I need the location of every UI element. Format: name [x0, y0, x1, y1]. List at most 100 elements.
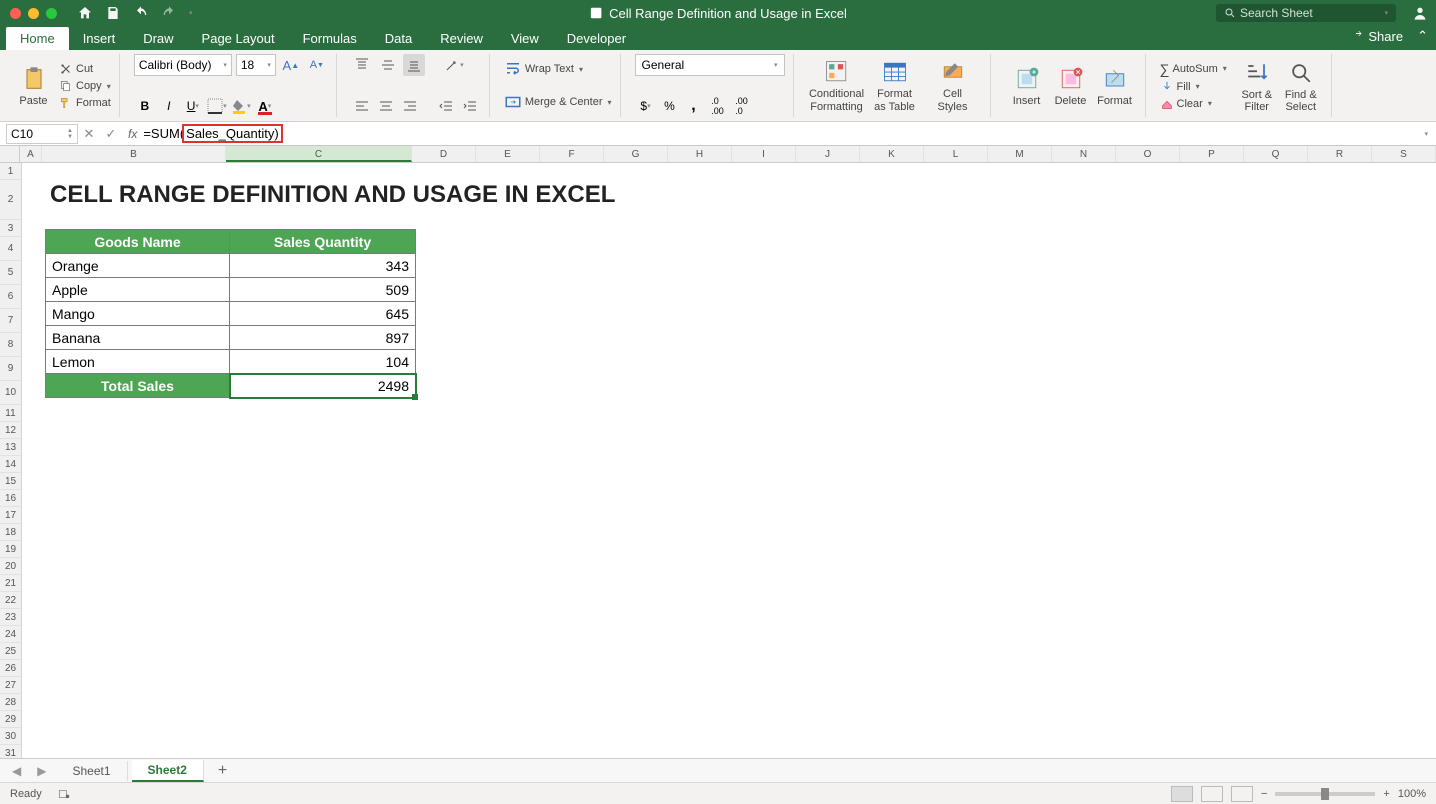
row-header-30[interactable]: 30	[0, 728, 21, 745]
row-header-23[interactable]: 23	[0, 609, 21, 626]
find-select-button[interactable]: Find & Select	[1279, 54, 1323, 118]
row-header-3[interactable]: 3	[0, 220, 21, 237]
cell-c6[interactable]: 509	[230, 278, 416, 302]
row-header-12[interactable]: 12	[0, 422, 21, 439]
cut-button[interactable]: Cut	[59, 62, 111, 76]
align-top-button[interactable]	[351, 54, 373, 76]
column-header-k[interactable]: K	[860, 146, 924, 162]
fill-color-button[interactable]: ▾	[230, 95, 252, 117]
cell-b7[interactable]: Mango	[46, 302, 230, 326]
name-box[interactable]: C10 ▲▼	[6, 124, 78, 144]
format-as-table-button[interactable]: Format as Table	[866, 54, 924, 118]
row-header-7[interactable]: 7	[0, 309, 21, 333]
close-window-button[interactable]	[10, 8, 21, 19]
cell-c9[interactable]: 104	[230, 350, 416, 374]
enter-formula-button[interactable]: ✓	[100, 126, 122, 142]
cells-area[interactable]: CELL RANGE DEFINITION AND USAGE IN EXCEL…	[22, 163, 1436, 758]
row-header-22[interactable]: 22	[0, 592, 21, 609]
font-name-select[interactable]: Calibri (Body)▾	[134, 54, 232, 76]
increase-decimal-button[interactable]: .0.00	[707, 95, 729, 117]
zoom-in-button[interactable]: +	[1383, 788, 1389, 800]
row-header-10[interactable]: 10	[0, 381, 21, 405]
autosum-button[interactable]: ∑AutoSum▾	[1160, 61, 1227, 77]
row-header-16[interactable]: 16	[0, 490, 21, 507]
format-cells-button[interactable]: Format	[1093, 54, 1137, 118]
row-header-21[interactable]: 21	[0, 575, 21, 592]
add-sheet-button[interactable]: +	[208, 762, 237, 780]
cell-b5[interactable]: Orange	[46, 254, 230, 278]
wrap-text-button[interactable]: Wrap Text▾	[504, 54, 612, 84]
column-header-p[interactable]: P	[1180, 146, 1244, 162]
column-header-e[interactable]: E	[476, 146, 540, 162]
column-header-g[interactable]: G	[604, 146, 668, 162]
row-header-8[interactable]: 8	[0, 333, 21, 357]
row-header-4[interactable]: 4	[0, 237, 21, 261]
cell-b10[interactable]: Total Sales	[46, 374, 230, 398]
tab-page-layout[interactable]: Page Layout	[188, 27, 289, 50]
spreadsheet-grid[interactable]: 1234567891011121314151617181920212223242…	[0, 163, 1436, 758]
sheet-tab-sheet2[interactable]: Sheet2	[132, 760, 204, 782]
tab-data[interactable]: Data	[371, 27, 426, 50]
column-header-s[interactable]: S	[1372, 146, 1436, 162]
qat-dropdown-icon[interactable]: ▾	[189, 9, 193, 17]
sort-filter-button[interactable]: Sort & Filter	[1235, 54, 1279, 118]
cell-c7[interactable]: 645	[230, 302, 416, 326]
row-header-1[interactable]: 1	[0, 163, 21, 180]
minimize-window-button[interactable]	[28, 8, 39, 19]
tab-insert[interactable]: Insert	[69, 27, 130, 50]
column-header-b[interactable]: B	[42, 146, 226, 162]
clear-button[interactable]: Clear▾	[1160, 97, 1227, 111]
row-header-20[interactable]: 20	[0, 558, 21, 575]
number-format-select[interactable]: General▾	[635, 54, 785, 76]
search-sheet-input[interactable]: Search Sheet ▾	[1216, 4, 1396, 22]
row-header-6[interactable]: 6	[0, 285, 21, 309]
row-header-28[interactable]: 28	[0, 694, 21, 711]
tab-view[interactable]: View	[497, 27, 553, 50]
column-header-r[interactable]: R	[1308, 146, 1372, 162]
sheet-tab-sheet1[interactable]: Sheet1	[56, 761, 127, 781]
macro-recorder-icon[interactable]	[56, 787, 72, 801]
column-header-a[interactable]: A	[20, 146, 42, 162]
expand-formula-bar-icon[interactable]: ▾	[1424, 130, 1428, 138]
column-header-q[interactable]: Q	[1244, 146, 1308, 162]
column-header-o[interactable]: O	[1116, 146, 1180, 162]
row-header-5[interactable]: 5	[0, 261, 21, 285]
row-header-18[interactable]: 18	[0, 524, 21, 541]
column-header-j[interactable]: J	[796, 146, 860, 162]
copy-button[interactable]: Copy▾	[59, 79, 111, 93]
row-header-14[interactable]: 14	[0, 456, 21, 473]
row-header-11[interactable]: 11	[0, 405, 21, 422]
paste-button[interactable]: Paste	[16, 54, 51, 118]
merge-center-button[interactable]: Merge & Center▾	[504, 87, 612, 117]
share-button[interactable]: Share	[1353, 29, 1403, 44]
cell-styles-button[interactable]: Cell Styles	[924, 54, 982, 118]
header-sales-quantity[interactable]: Sales Quantity	[230, 230, 416, 254]
increase-indent-button[interactable]	[459, 95, 481, 117]
row-header-24[interactable]: 24	[0, 626, 21, 643]
column-header-l[interactable]: L	[924, 146, 988, 162]
percent-button[interactable]: %	[659, 95, 681, 117]
normal-view-button[interactable]	[1171, 786, 1193, 802]
fx-button[interactable]: fx	[128, 127, 137, 141]
border-button[interactable]: ▾	[206, 95, 228, 117]
column-header-m[interactable]: M	[988, 146, 1052, 162]
align-left-button[interactable]	[351, 95, 373, 117]
save-icon[interactable]	[105, 5, 121, 21]
zoom-level[interactable]: 100%	[1398, 788, 1426, 800]
select-all-corner[interactable]	[0, 146, 20, 163]
tab-review[interactable]: Review	[426, 27, 497, 50]
delete-cells-button[interactable]: Delete	[1049, 54, 1093, 118]
row-header-27[interactable]: 27	[0, 677, 21, 694]
cell-c8[interactable]: 897	[230, 326, 416, 350]
cell-c5[interactable]: 343	[230, 254, 416, 278]
row-header-26[interactable]: 26	[0, 660, 21, 677]
cancel-formula-button[interactable]: ✕	[78, 126, 100, 142]
comma-button[interactable]: ,	[683, 95, 705, 117]
insert-cells-button[interactable]: Insert	[1005, 54, 1049, 118]
page-layout-view-button[interactable]	[1201, 786, 1223, 802]
row-header-31[interactable]: 31	[0, 745, 21, 758]
align-center-button[interactable]	[375, 95, 397, 117]
tab-developer[interactable]: Developer	[553, 27, 640, 50]
row-header-13[interactable]: 13	[0, 439, 21, 456]
column-header-c[interactable]: C	[226, 146, 412, 162]
